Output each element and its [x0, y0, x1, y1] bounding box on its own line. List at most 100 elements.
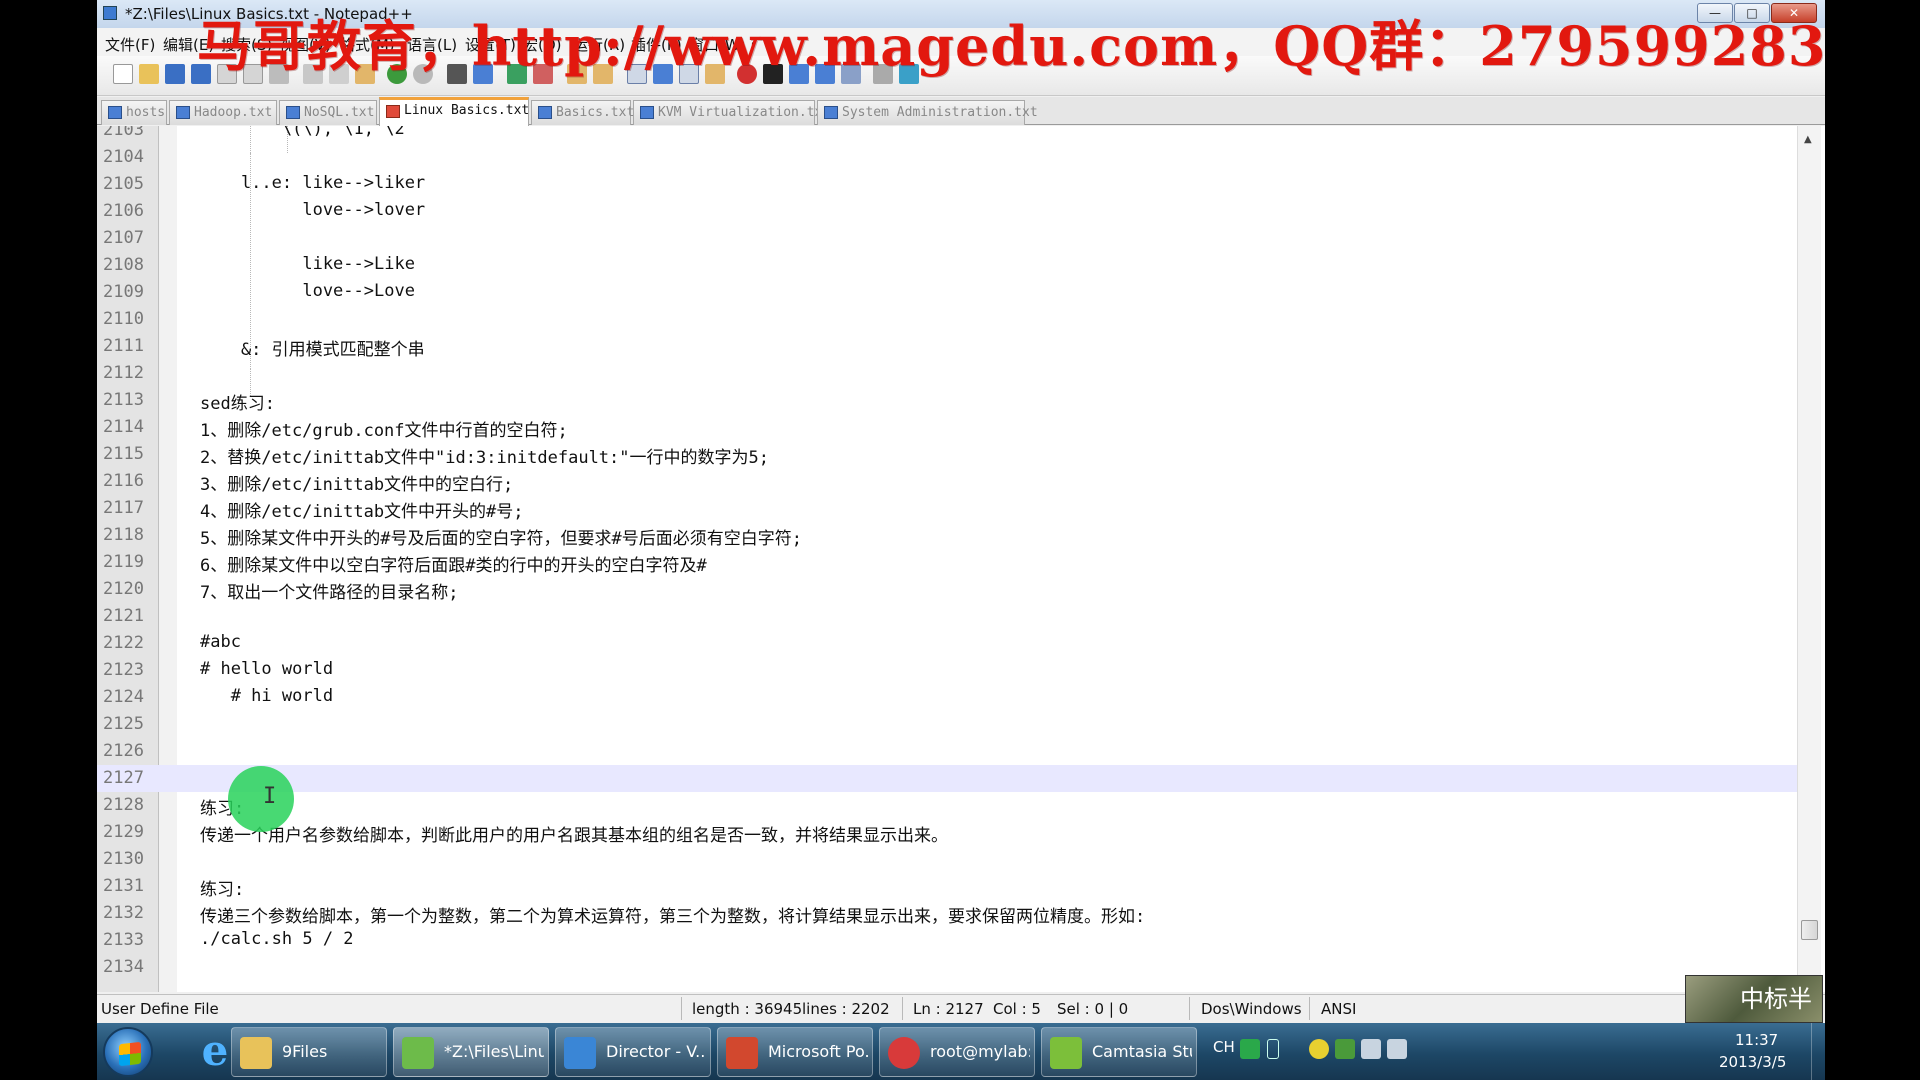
new-file-icon[interactable] — [113, 64, 133, 84]
editor-line[interactable]: 2112 — [97, 360, 1797, 387]
editor-line[interactable]: 2116 3、删除/etc/inittab文件中的空白行; — [97, 468, 1797, 495]
editor-line[interactable]: 2130 — [97, 846, 1797, 873]
line-number: 2105 — [103, 174, 144, 194]
notepadpp-app-icon — [103, 6, 117, 20]
line-text: sed练习: — [200, 394, 275, 414]
taskbar-item-xshell[interactable]: root@mylab:... — [879, 1027, 1035, 1077]
editor-line[interactable]: 2117 4、删除/etc/inittab文件中开头的#号; — [97, 495, 1797, 522]
line-number: 2104 — [103, 147, 144, 167]
editor-line[interactable]: 2114 1、删除/etc/grub.conf文件中行首的空白符; — [97, 414, 1797, 441]
status-length: length : 36945 — [692, 1000, 803, 1018]
editor-line[interactable]: 2103 \(\), \1, \2 — [97, 126, 1797, 144]
editor-line[interactable]: 2122 #abc — [97, 630, 1797, 657]
taskbar-item-camtasia[interactable]: Camtasia Stu... — [1041, 1027, 1197, 1077]
tab-system-administration[interactable]: System Administration.txt — [817, 100, 1038, 125]
line-text: 传递三个参数给脚本，第一个为整数，第二个为算术运算符，第三个为整数，将计算结果显… — [200, 907, 1146, 927]
tab-nosql[interactable]: NoSQL.txt — [279, 100, 377, 125]
text-editor[interactable]: 2103 \(\), \1, \2 2104 2105 l..e: like-->l… — [97, 126, 1825, 992]
file-icon — [824, 106, 838, 119]
editor-line[interactable]: 2134 — [97, 954, 1797, 981]
line-number: 2103 — [103, 126, 144, 140]
file-icon — [640, 106, 654, 119]
tab-basics[interactable]: Basics.txt — [531, 100, 635, 125]
taskbar-item-director[interactable]: Director - V... — [555, 1027, 711, 1077]
editor-line[interactable]: 2132 传递三个参数给脚本，第一个为整数，第二个为算术运算符，第三个为整数，将计… — [97, 900, 1797, 927]
volume-icon[interactable] — [1387, 1039, 1407, 1059]
folder-icon — [240, 1037, 272, 1069]
editor-line[interactable]: 2131 练习: — [97, 873, 1797, 900]
line-number: 2109 — [103, 282, 144, 302]
editor-line[interactable]: 2115 2、替换/etc/inittab文件中"id:3:initdefault… — [97, 441, 1797, 468]
editor-line[interactable]: 2107 — [97, 225, 1797, 252]
editor-line[interactable]: 2106 love-->lover — [97, 198, 1797, 225]
windows-taskbar: e 9Files *Z:\Files\Linux... Director - V… — [97, 1023, 1825, 1080]
line-text: 练习: — [200, 880, 245, 900]
editor-line[interactable]: 2133 ./calc.sh 5 / 2 — [97, 927, 1797, 954]
tray-overflow-icon[interactable] — [1267, 1039, 1279, 1059]
line-number: 2132 — [103, 903, 144, 923]
tab-hadoop[interactable]: Hadoop.txt — [169, 100, 277, 125]
taskbar-item-powerpoint[interactable]: Microsoft Po... — [717, 1027, 873, 1077]
save-icon[interactable] — [165, 64, 185, 84]
editor-line[interactable]: 2129 传递一个用户名参数给脚本，判断此用户的用户名跟其基本组的组名是否一致，并… — [97, 819, 1797, 846]
status-file-type: User Define File — [101, 1000, 219, 1018]
editor-line[interactable]: 2109 love-->Love — [97, 279, 1797, 306]
editor-line[interactable]: 2105 l..e: like-->liker — [97, 171, 1797, 198]
line-number: 2115 — [103, 444, 144, 464]
file-icon — [176, 106, 190, 119]
watermark-banner: 马哥教育，http://www.magedu.com，QQ群：279599283 — [197, 14, 1825, 78]
tab-label: hosts — [126, 105, 166, 120]
editor-line[interactable]: 2104 — [97, 144, 1797, 171]
line-text: 2、替换/etc/inittab文件中"id:3:initdefault:"一行… — [200, 448, 769, 468]
line-text: 1、删除/etc/grub.conf文件中行首的空白符; — [200, 421, 568, 441]
clock-date[interactable]: 2013/3/5 — [1719, 1053, 1786, 1071]
line-text: #abc — [200, 632, 241, 652]
editor-line[interactable]: 2121 — [97, 603, 1797, 630]
line-number: 2133 — [103, 930, 144, 950]
editor-line[interactable]: 2128 练习: — [97, 792, 1797, 819]
editor-line[interactable]: 2118 5、删除某文件中开头的#号及后面的空白字符，但要求#号后面必须有空白字符… — [97, 522, 1797, 549]
editor-line[interactable]: 2125 — [97, 711, 1797, 738]
taskbar-item-files[interactable]: 9Files — [231, 1027, 387, 1077]
taskbar-item-notepadpp[interactable]: *Z:\Files\Linux... — [393, 1027, 549, 1077]
editor-line[interactable]: 2111 &: 引用模式匹配整个串 — [97, 333, 1797, 360]
input-language-indicator[interactable]: CH — [1213, 1038, 1235, 1056]
menu-file[interactable]: 文件(F) — [105, 34, 155, 55]
ibeam-cursor-icon: I — [263, 784, 277, 809]
tab-hosts[interactable]: hosts — [101, 100, 167, 125]
sogou-ime-icon[interactable] — [1240, 1039, 1260, 1059]
editor-line[interactable]: 2123 # hello world — [97, 657, 1797, 684]
editor-line[interactable]: 2127 — [97, 765, 1797, 792]
open-file-icon[interactable] — [139, 64, 159, 84]
line-text: 4、删除/etc/inittab文件中开头的#号; — [200, 502, 524, 522]
scrollbar-thumb[interactable] — [1801, 920, 1818, 940]
line-number: 2122 — [103, 633, 144, 653]
line-number: 2108 — [103, 255, 144, 275]
unsaved-file-icon — [386, 105, 400, 118]
tab-label: Basics.txt — [556, 105, 635, 120]
tray-security-icon[interactable] — [1335, 1039, 1355, 1059]
editor-line[interactable]: 2119 6、删除某文件中以空白字符后面跟#类的行中的开头的空白字符及# — [97, 549, 1797, 576]
desktop-screen: *Z:\Files\Linux Basics.txt - Notepad++ —… — [97, 0, 1825, 1080]
editor-line[interactable]: 2110 — [97, 306, 1797, 333]
line-number: 2131 — [103, 876, 144, 896]
line-number: 2119 — [103, 552, 144, 572]
tab-kvm-virtualization[interactable]: KVM Virtualization.txt — [633, 100, 830, 125]
editor-line[interactable]: 2113 sed练习: — [97, 387, 1797, 414]
scroll-up-arrow-icon[interactable]: ▲ — [1804, 134, 1812, 145]
editor-line[interactable]: 2108 like-->Like — [97, 252, 1797, 279]
network-icon[interactable] — [1361, 1039, 1381, 1059]
clock-time[interactable]: 11:37 — [1735, 1031, 1778, 1049]
start-button[interactable] — [103, 1027, 153, 1077]
editor-line[interactable]: 2124 # hi world — [97, 684, 1797, 711]
tab-label: KVM Virtualization.txt — [658, 105, 831, 120]
taskbar-item-label: *Z:\Files\Linux... — [444, 1042, 544, 1061]
show-desktop-button[interactable] — [1811, 1023, 1825, 1080]
tab-linux-basics[interactable]: Linux Basics.txt — [379, 97, 529, 126]
vertical-scrollbar[interactable]: ▲ — [1797, 126, 1821, 992]
line-text: 5、删除某文件中开头的#号及后面的空白字符，但要求#号后面必须有空白字符; — [200, 529, 802, 549]
tray-app-icon[interactable] — [1309, 1039, 1329, 1059]
line-number: 2128 — [103, 795, 144, 815]
editor-line[interactable]: 2126 — [97, 738, 1797, 765]
editor-line[interactable]: 2120 7、取出一个文件路径的目录名称; — [97, 576, 1797, 603]
